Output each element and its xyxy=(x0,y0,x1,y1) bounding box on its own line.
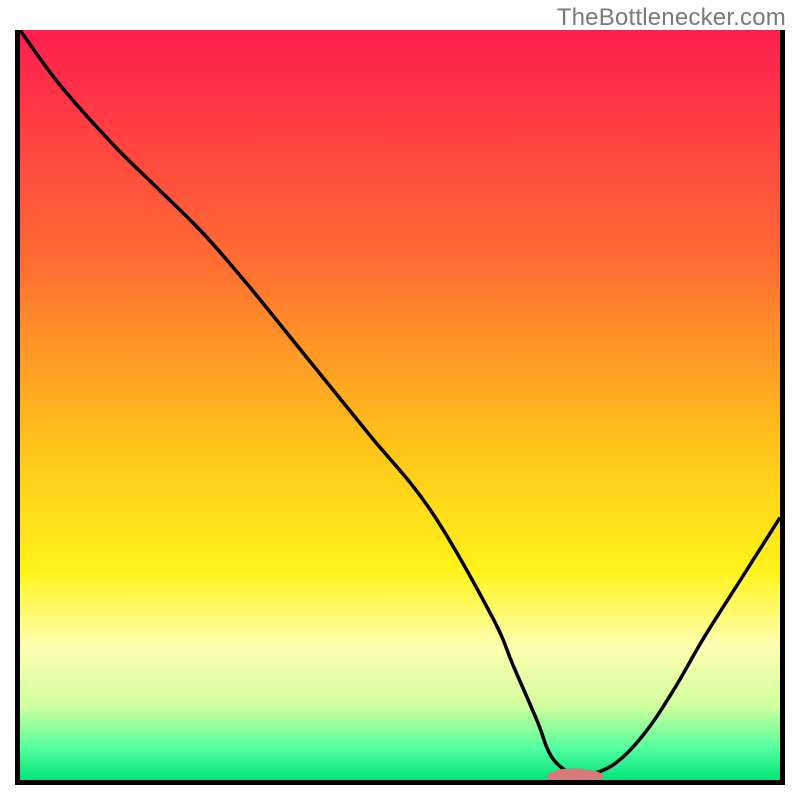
chart-svg xyxy=(20,30,780,780)
watermark-text: TheBottlenecker.com xyxy=(557,4,786,32)
chart-container: TheBottlenecker.com xyxy=(0,0,800,800)
gradient-background xyxy=(20,30,780,780)
